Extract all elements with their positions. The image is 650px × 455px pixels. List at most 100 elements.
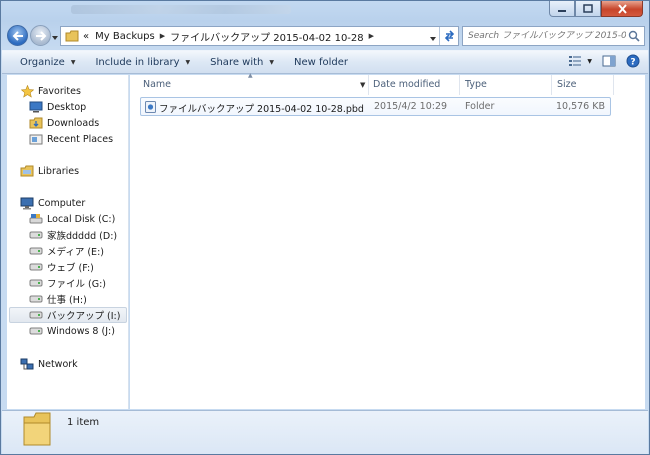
breadcrumb-separator-icon[interactable]: ▶ bbox=[160, 32, 165, 40]
computer-icon bbox=[20, 196, 34, 210]
back-arrow-icon bbox=[12, 30, 23, 41]
nav-drive-f[interactable]: ウェブ (F:) bbox=[29, 259, 94, 275]
search-icon[interactable] bbox=[628, 30, 640, 42]
nav-network[interactable]: Network bbox=[20, 356, 78, 372]
new-folder-label: New folder bbox=[294, 56, 349, 68]
preview-pane-icon[interactable] bbox=[602, 55, 616, 67]
nav-drive-i[interactable]: バックアップ (I:) bbox=[9, 307, 127, 323]
folder-icon bbox=[23, 412, 51, 446]
nav-recent-places[interactable]: Recent Places bbox=[29, 131, 113, 147]
include-in-library-label: Include in library bbox=[95, 56, 180, 68]
change-view-button[interactable]: ▼ bbox=[568, 55, 592, 67]
view-controls: ▼ ? bbox=[568, 54, 640, 68]
details-view-icon bbox=[569, 56, 582, 66]
search-box[interactable] bbox=[462, 26, 645, 46]
explorer-window: « My Backups ▶ ファイルバックアップ 2015-04-02 10-… bbox=[0, 0, 650, 455]
nav-downloads-label: Downloads bbox=[47, 117, 100, 129]
maximize-icon bbox=[583, 4, 593, 13]
minimize-icon bbox=[558, 9, 566, 12]
nav-downloads[interactable]: Downloads bbox=[29, 115, 99, 131]
column-name[interactable]: Name bbox=[143, 79, 171, 90]
column-divider[interactable] bbox=[368, 75, 369, 95]
system-drive-icon bbox=[29, 212, 43, 226]
address-history-dropdown[interactable] bbox=[430, 33, 436, 44]
nav-drive-g[interactable]: ファイル (G:) bbox=[29, 275, 106, 291]
close-button[interactable] bbox=[601, 1, 643, 17]
column-headers: ▲ Name ▼ Date modified Type Size bbox=[130, 72, 645, 95]
breadcrumb-separator-icon[interactable]: ▶ bbox=[369, 32, 374, 40]
include-in-library-button[interactable]: Include in library ▼ bbox=[83, 51, 198, 73]
nav-libraries[interactable]: Libraries bbox=[20, 163, 79, 179]
drive-icon bbox=[29, 276, 43, 290]
nav-drive-d-label: 家族ddddd (D:) bbox=[47, 231, 118, 242]
column-divider[interactable] bbox=[459, 75, 460, 95]
back-button[interactable] bbox=[7, 25, 28, 46]
new-folder-button[interactable]: New folder bbox=[282, 51, 356, 73]
close-icon bbox=[617, 3, 627, 14]
nav-drive-i-label: バックアップ (I:) bbox=[47, 311, 121, 322]
organize-label: Organize bbox=[20, 56, 65, 68]
organize-button[interactable]: Organize ▼ bbox=[2, 51, 83, 73]
details-pane: 1 item bbox=[2, 410, 648, 454]
nav-computer[interactable]: Computer bbox=[20, 195, 85, 211]
nav-drive-d[interactable]: 家族ddddd (D:) bbox=[29, 227, 117, 243]
maximize-button[interactable] bbox=[575, 1, 601, 17]
nav-computer-label: Computer bbox=[38, 197, 86, 209]
nav-drive-e[interactable]: メディア (E:) bbox=[29, 243, 104, 259]
chevron-down-icon bbox=[430, 37, 436, 41]
breadcrumb-overflow[interactable]: « bbox=[83, 31, 89, 42]
nav-desktop[interactable]: Desktop bbox=[29, 99, 86, 115]
nav-libraries-label: Libraries bbox=[38, 165, 80, 177]
nav-drive-j[interactable]: Windows 8 (J:) bbox=[29, 323, 115, 339]
file-name: ファイルバックアップ 2015-04-02 10-28.pbd bbox=[159, 104, 364, 115]
forward-arrow-icon bbox=[35, 30, 46, 41]
nav-drive-j-label: Windows 8 (J:) bbox=[47, 325, 115, 337]
command-bar: Organize ▼ Include in library ▼ Share wi… bbox=[2, 50, 648, 74]
column-divider[interactable] bbox=[613, 75, 614, 95]
star-icon bbox=[20, 84, 34, 98]
svg-text:?: ? bbox=[630, 58, 635, 68]
table-row[interactable]: ファイルバックアップ 2015-04-02 10-28.pbd 2015/4/2… bbox=[140, 97, 611, 116]
nav-recent-places-label: Recent Places bbox=[47, 133, 114, 145]
window-controls bbox=[549, 1, 643, 17]
minimize-button[interactable] bbox=[549, 1, 575, 17]
address-bar[interactable]: « My Backups ▶ ファイルバックアップ 2015-04-02 10-… bbox=[60, 26, 459, 46]
libraries-icon bbox=[20, 164, 34, 178]
nav-drive-h[interactable]: 仕事 (H:) bbox=[29, 291, 87, 307]
column-size[interactable]: Size bbox=[557, 79, 577, 90]
folder-icon bbox=[65, 30, 79, 42]
network-icon bbox=[20, 357, 34, 371]
nav-drive-c-label: Local Disk (C:) bbox=[47, 213, 116, 225]
column-date-modified[interactable]: Date modified bbox=[373, 79, 440, 90]
nav-favorites-label: Favorites bbox=[38, 85, 81, 97]
nav-drive-h-label: 仕事 (H:) bbox=[47, 295, 87, 306]
file-date-modified: 2015/4/2 10:29 bbox=[374, 101, 448, 112]
nav-desktop-label: Desktop bbox=[47, 101, 87, 113]
file-type: Folder bbox=[465, 101, 495, 112]
item-count: 1 item bbox=[67, 417, 100, 428]
drive-icon bbox=[29, 244, 43, 258]
share-with-label: Share with bbox=[210, 56, 264, 68]
chevron-down-icon: ▼ bbox=[70, 58, 76, 66]
nav-favorites[interactable]: Favorites bbox=[20, 83, 81, 99]
breadcrumb-my-backups[interactable]: My Backups bbox=[95, 31, 155, 42]
column-name-filter[interactable]: ▼ bbox=[360, 81, 365, 89]
nav-drive-c[interactable]: Local Disk (C:) bbox=[29, 211, 115, 227]
forward-button[interactable] bbox=[30, 25, 51, 46]
refresh-button[interactable] bbox=[439, 27, 458, 45]
chevron-down-icon: ▼ bbox=[269, 58, 275, 66]
recent-pages-dropdown[interactable] bbox=[52, 32, 58, 43]
drive-icon bbox=[29, 308, 43, 322]
breadcrumb: « My Backups ▶ ファイルバックアップ 2015-04-02 10-… bbox=[83, 29, 379, 44]
file-list: ▲ Name ▼ Date modified Type Size ファイルバック… bbox=[130, 72, 645, 409]
breadcrumb-backup-folder[interactable]: ファイルバックアップ 2015-04-02 10-28 bbox=[170, 29, 364, 44]
help-icon[interactable]: ? bbox=[626, 54, 640, 68]
navigation-pane: Favorites Desktop Downloads Recent Place… bbox=[7, 75, 129, 409]
column-type[interactable]: Type bbox=[465, 79, 487, 90]
recent-places-icon bbox=[29, 132, 43, 146]
nav-drive-f-label: ウェブ (F:) bbox=[47, 263, 94, 274]
share-with-button[interactable]: Share with ▼ bbox=[198, 51, 282, 73]
column-divider[interactable] bbox=[551, 75, 552, 95]
search-input[interactable] bbox=[468, 31, 626, 41]
chevron-down-icon[interactable]: ▼ bbox=[587, 58, 592, 65]
